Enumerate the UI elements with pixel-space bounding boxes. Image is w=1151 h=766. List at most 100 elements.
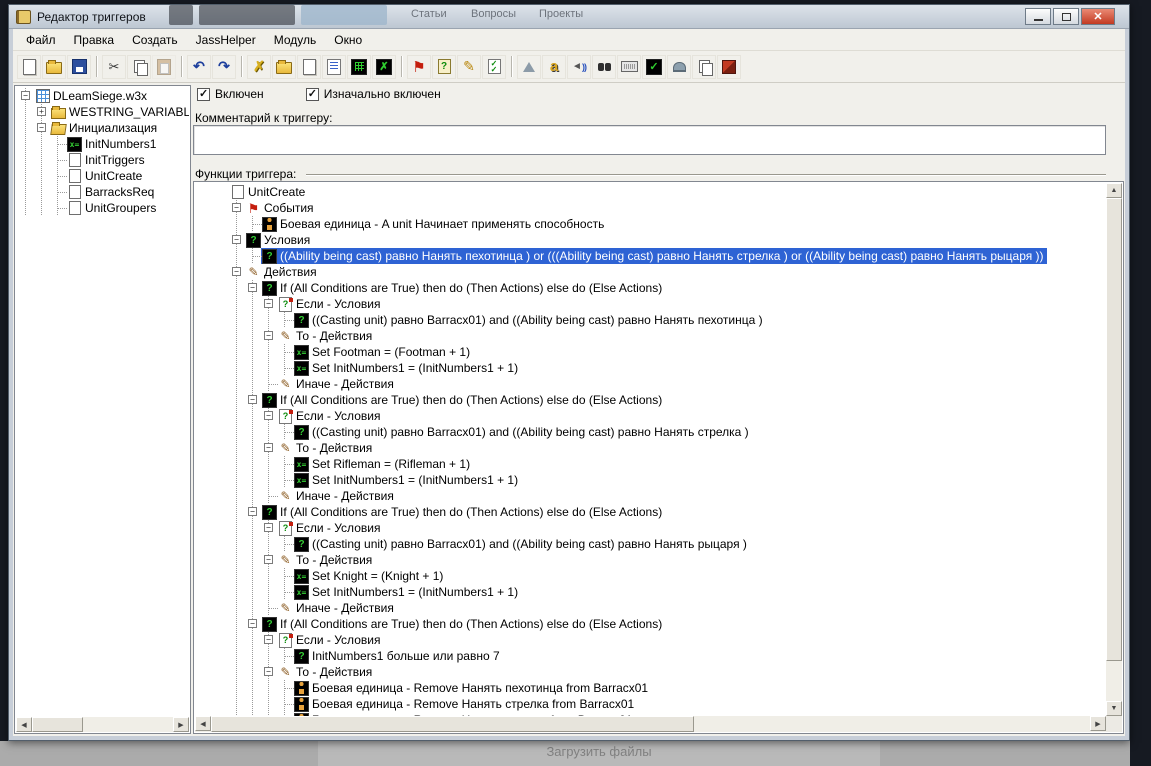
collapse-icon[interactable]: − (37, 123, 46, 132)
scrollbar-track[interactable] (32, 717, 173, 732)
scroll-right-button[interactable]: ▶ (1090, 716, 1106, 731)
tree-row[interactable]: UnitCreate (18, 168, 189, 184)
enabled-checkbox[interactable]: Включен (197, 87, 264, 101)
export-script-button[interactable] (692, 54, 716, 79)
paste-button[interactable] (152, 54, 176, 79)
tree-row[interactable]: Set InitNumbers1 = (InitNumbers1 + 1) (229, 360, 1106, 376)
scrollbar-track[interactable] (211, 716, 1090, 732)
new-trigger-button[interactable] (297, 54, 321, 79)
text-editor-button[interactable] (542, 54, 566, 79)
collapse-icon[interactable]: − (264, 443, 273, 452)
tree-row[interactable]: − Если - Условия (229, 520, 1106, 536)
tree-row[interactable]: + WESTRING_VARIABLESCA (18, 104, 189, 120)
tree-row[interactable]: InitNumbers1 больше или равно 7 (229, 648, 1106, 664)
scroll-left-button[interactable]: ◀ (195, 716, 211, 731)
tree-row[interactable]: − События (229, 200, 1106, 216)
comment-input[interactable] (193, 125, 1106, 155)
convert-to-text-button[interactable] (517, 54, 541, 79)
tree-row[interactable]: ((Casting unit) равно Barracx01) and ((A… (229, 312, 1106, 328)
collapse-icon[interactable]: − (21, 91, 30, 100)
tree-row[interactable]: Боевая единица - Remove Нанять стрелка f… (229, 696, 1106, 712)
tree-row[interactable]: UnitCreate (229, 184, 1106, 200)
title-bar[interactable]: Статьи Вопросы Проекты Редактор триггеро… (9, 5, 1129, 29)
scroll-up-button[interactable]: ▲ (1106, 183, 1122, 198)
new-action-button[interactable] (457, 54, 481, 79)
copy-button[interactable] (127, 54, 151, 79)
menu-правка[interactable]: Правка (65, 30, 124, 50)
menu-создать[interactable]: Создать (123, 30, 187, 50)
tree-row[interactable]: − If (All Conditions are True) then do (T… (229, 504, 1106, 520)
tree-row[interactable]: Иначе - Действия (229, 376, 1106, 392)
collapse-icon[interactable]: − (264, 523, 273, 532)
maximize-button[interactable] (1053, 8, 1079, 25)
tree-row[interactable]: Set InitNumbers1 = (InitNumbers1 + 1) (229, 584, 1106, 600)
undo-button[interactable] (187, 54, 211, 79)
vertical-scrollbar[interactable]: ▲ ▼ (1106, 183, 1122, 716)
close-button[interactable]: ✕ (1081, 8, 1115, 25)
tree-row[interactable]: ((Casting unit) равно Barracx01) and ((A… (229, 536, 1106, 552)
initially-on-checkbox[interactable]: Изначально включен (305, 87, 441, 101)
collapse-icon[interactable]: − (248, 395, 257, 404)
tree-row[interactable]: − If (All Conditions are True) then do (T… (229, 616, 1106, 632)
tree-row[interactable]: InitTriggers (18, 152, 189, 168)
tree-row[interactable]: − То - Действия (229, 552, 1106, 568)
scrollbar-thumb[interactable] (1106, 198, 1122, 661)
variables-button[interactable] (347, 54, 371, 79)
scroll-right-button[interactable]: ▶ (173, 717, 189, 732)
tree-row[interactable]: − То - Действия (229, 328, 1106, 344)
new-condition-button[interactable] (432, 54, 456, 79)
tree-row[interactable]: − Условия (229, 232, 1106, 248)
shortcuts-button[interactable] (617, 54, 641, 79)
tree-row[interactable]: Set Footman = (Footman + 1) (229, 344, 1106, 360)
tree-row[interactable]: Set Knight = (Knight + 1) (229, 568, 1106, 584)
collapse-icon[interactable]: − (264, 635, 273, 644)
collapse-icon[interactable]: − (248, 283, 257, 292)
tree-row[interactable]: Иначе - Действия (229, 488, 1106, 504)
collapse-icon[interactable]: − (264, 555, 273, 564)
tree-row[interactable]: Боевая единица - A unit Начинает применя… (229, 216, 1106, 232)
cut-button[interactable] (102, 54, 126, 79)
trigger-comment-button[interactable] (322, 54, 346, 79)
new-file-button[interactable] (17, 54, 41, 79)
redo-button[interactable] (212, 54, 236, 79)
tree-row[interactable]: − Инициализация (18, 120, 189, 136)
tree-row[interactable]: ((Casting unit) равно Barracx01) and ((A… (229, 424, 1106, 440)
menu-модуль[interactable]: Модуль (265, 30, 326, 50)
new-category-button[interactable] (272, 54, 296, 79)
collapse-icon[interactable]: − (264, 667, 273, 676)
save-map-button[interactable] (67, 54, 91, 79)
collapse-icon[interactable]: − (264, 299, 273, 308)
tree-row[interactable]: Set Rifleman = (Rifleman + 1) (229, 456, 1106, 472)
scrollbar-track[interactable] (1106, 198, 1122, 701)
scroll-left-button[interactable]: ◀ (16, 717, 32, 732)
tree-row[interactable]: InitNumbers1 (18, 136, 189, 152)
tree-row[interactable]: BarracksReq (18, 184, 189, 200)
scrollbar-thumb[interactable] (32, 717, 83, 732)
tree-row[interactable]: ((Ability being cast) равно Нанять пехот… (229, 248, 1106, 264)
minimize-button[interactable] (1025, 8, 1051, 25)
menu-файл[interactable]: Файл (17, 30, 65, 50)
tree-row[interactable]: Set InitNumbers1 = (InitNumbers1 + 1) (229, 472, 1106, 488)
tree-row[interactable]: − То - Действия (229, 440, 1106, 456)
delete-variable-button[interactable] (247, 54, 271, 79)
syntax-check-button[interactable] (642, 54, 666, 79)
new-event-button[interactable] (407, 54, 431, 79)
find-button[interactable] (592, 54, 616, 79)
sound-editor-button[interactable] (567, 54, 591, 79)
enable-checklist-button[interactable] (482, 54, 506, 79)
tree-row[interactable]: − If (All Conditions are True) then do (T… (229, 392, 1106, 408)
menu-окно[interactable]: Окно (325, 30, 371, 50)
expand-icon[interactable]: + (37, 107, 46, 116)
tree-row[interactable]: − То - Действия (229, 664, 1106, 680)
collapse-icon[interactable]: − (248, 619, 257, 628)
test-map-button[interactable] (667, 54, 691, 79)
module-button[interactable] (717, 54, 741, 79)
variable-editor-button[interactable] (372, 54, 396, 79)
menu-jasshelper[interactable]: JassHelper (187, 30, 265, 50)
tree-row[interactable]: − DLeamSiege.w3x (18, 88, 189, 104)
tree-row[interactable]: UnitGroupers (18, 200, 189, 216)
collapse-icon[interactable]: − (264, 331, 273, 340)
tree-row[interactable]: − Если - Условия (229, 632, 1106, 648)
collapse-icon[interactable]: − (232, 203, 241, 212)
sidebar-horizontal-scrollbar[interactable]: ◀ ▶ (16, 717, 189, 732)
